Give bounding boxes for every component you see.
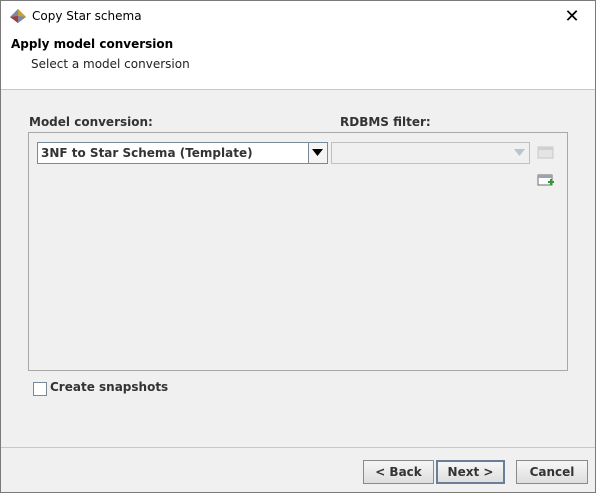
- model-conversion-select[interactable]: 3NF to Star Schema (Template): [37, 142, 328, 164]
- table-icon[interactable]: [537, 145, 555, 161]
- chevron-down-icon[interactable]: [308, 143, 327, 163]
- close-icon[interactable]: ✕: [549, 1, 595, 32]
- rdbms-filter-select[interactable]: [331, 142, 530, 164]
- page-title: Apply model conversion: [11, 37, 174, 51]
- dialog-window: Copy Star schema ✕ Apply model conversio…: [0, 0, 596, 493]
- app-icon: [9, 8, 27, 24]
- window-title: Copy Star schema: [32, 9, 142, 23]
- create-snapshots-checkbox[interactable]: [33, 382, 47, 396]
- add-table-icon[interactable]: [537, 173, 555, 189]
- back-button[interactable]: < Back: [363, 460, 434, 484]
- chevron-down-icon[interactable]: [511, 143, 529, 163]
- title-bar: Copy Star schema ✕: [1, 1, 595, 32]
- create-snapshots-label: Create snapshots: [50, 380, 169, 394]
- conversion-panel: 3NF to Star Schema (Template): [28, 132, 568, 371]
- rdbms-filter-label: RDBMS filter:: [340, 115, 431, 129]
- model-conversion-label: Model conversion:: [29, 115, 153, 129]
- model-conversion-value: 3NF to Star Schema (Template): [41, 146, 253, 160]
- page-subtitle: Select a model conversion: [31, 57, 190, 71]
- cancel-button[interactable]: Cancel: [516, 460, 588, 484]
- wizard-header: Apply model conversion Select a model co…: [1, 32, 595, 90]
- footer-divider: [1, 447, 595, 448]
- next-button[interactable]: Next >: [436, 460, 505, 484]
